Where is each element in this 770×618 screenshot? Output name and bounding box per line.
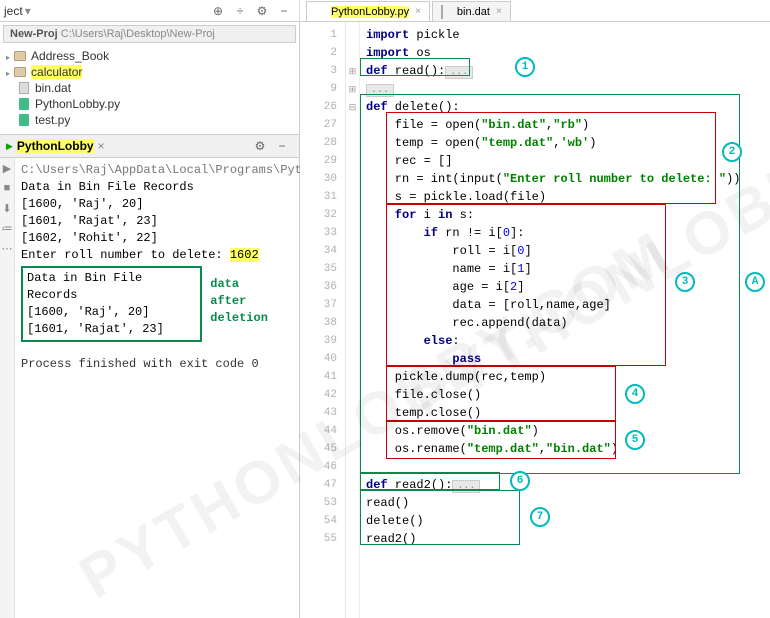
data-file-icon [441,6,453,18]
layout-icon[interactable]: ≔ [0,222,14,236]
editor-tabs: PythonLobby.py × bin.dat × [300,0,513,21]
bubble-A: A [745,272,765,292]
console-line: [1601, 'Rajat', 23] [21,213,309,230]
bubble-2: 2 [722,142,742,162]
tree-item-calculator[interactable]: calculator [4,64,295,80]
collapse-icon[interactable]: − [273,137,291,155]
target-icon[interactable]: ⊕ [209,2,227,20]
close-icon[interactable]: × [496,6,502,17]
rerun-icon[interactable]: ▶ [0,162,14,176]
project-tree: Address_Book calculator bin.dat PythonLo… [0,46,299,130]
gear-icon[interactable]: ⚙ [251,137,269,155]
project-label: ject [4,4,23,18]
run-gutter: ▶ ■ ⬇ ≔ ⋯ [0,158,15,618]
fold-icon[interactable]: ⊟ [346,98,359,116]
dropdown-icon[interactable]: ▾ [25,4,31,18]
stop-icon[interactable]: ■ [0,182,14,196]
more-icon[interactable]: ⋯ [0,242,14,256]
editor-pane: 1239262728293031323334353637383940414243… [300,22,770,618]
bubble-4: 4 [625,384,645,404]
run-panel-header[interactable]: ▶ PythonLobby × ⚙ − [0,134,299,158]
bubble-1: 1 [515,57,535,77]
bubble-6: 6 [510,471,530,491]
bubble-3: 3 [675,272,695,292]
main-split: New-Proj C:\Users\Raj\Desktop\New-Proj A… [0,22,770,618]
tab-label: bin.dat [457,6,490,18]
tree-item-testpy[interactable]: test.py [4,112,295,128]
console-line: Enter roll number to delete: 1602 [21,247,309,264]
divide-icon[interactable]: ÷ [231,2,249,20]
exec-path: C:\Users\Raj\AppData\Local\Programs\Pyth [21,162,309,179]
console-output[interactable]: C:\Users\Raj\AppData\Local\Programs\Pyth… [15,158,315,618]
left-pane: New-Proj C:\Users\Raj\Desktop\New-Proj A… [0,22,300,618]
run-icon: ▶ [6,141,13,152]
python-file-icon [315,6,327,18]
tree-item-addressbook[interactable]: Address_Book [4,48,295,64]
fold-icon[interactable]: ⊞ [346,62,359,80]
annotation-label: after deletion [210,293,309,327]
tab-label: PythonLobby.py [331,6,409,18]
bubble-7: 7 [530,507,550,527]
result-box: Data in Bin File Records [1600, 'Raj', 2… [21,266,202,342]
fold-column: ⊞⊞⊟ [346,22,360,618]
fold-icon[interactable]: ⊞ [346,80,359,98]
gear-icon[interactable]: ⚙ [253,2,271,20]
exit-line: Process finished with exit code 0 [21,356,309,373]
top-bar: ject ▾ ⊕ ÷ ⚙ − PythonLobby.py × bin.dat … [0,0,770,22]
run-config-name: PythonLobby [17,139,94,153]
code-area[interactable]: import pickle import os def read():... .… [360,22,770,618]
project-toolbar: ject ▾ ⊕ ÷ ⚙ − [0,0,300,21]
annotation-label: data [210,276,309,293]
tree-item-pythonlobby[interactable]: PythonLobby.py [4,96,295,112]
tree-item-bindat[interactable]: bin.dat [4,80,295,96]
close-icon[interactable]: × [98,139,105,153]
close-icon[interactable]: × [415,6,421,17]
breadcrumb[interactable]: New-Proj C:\Users\Raj\Desktop\New-Proj [3,25,296,43]
collapse-icon[interactable]: − [275,2,293,20]
line-gutter: 1239262728293031323334353637383940414243… [300,22,346,618]
bubble-5: 5 [625,430,645,450]
down-icon[interactable]: ⬇ [0,202,14,216]
tab-bindat[interactable]: bin.dat × [432,1,511,21]
console-line: [1600, 'Raj', 20] [21,196,309,213]
console-line: [1602, 'Rohit', 22] [21,230,309,247]
user-input: 1602 [230,248,259,262]
run-body: ▶ ■ ⬇ ≔ ⋯ C:\Users\Raj\AppData\Local\Pro… [0,158,299,618]
console-line: Data in Bin File Records [21,179,309,196]
tab-pythonlobby[interactable]: PythonLobby.py × [306,1,430,21]
